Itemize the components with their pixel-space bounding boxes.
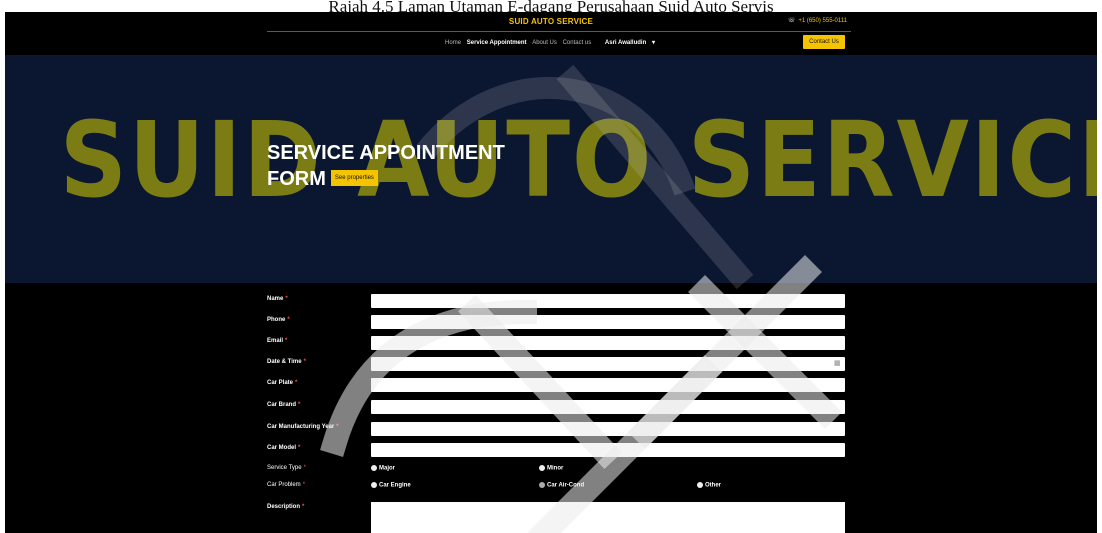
page-title-line1: SERVICE APPOINTMENT [267,142,505,164]
nav-about-us[interactable]: About Us [532,40,557,46]
form-row-datetime: Date & Time * ▦ [267,357,845,371]
nav-service-appointment[interactable]: Service Appointment [467,40,527,46]
header-divider [267,31,851,32]
page-title-line2: FORM [267,168,326,190]
datetime-label: Date & Time * [267,359,306,365]
main-nav: Home Service Appointment About Us Contac… [5,39,1097,46]
form-row-name: Name * [267,294,845,308]
appointment-form: Name * Phone * Email * Date & Time * ▦ Car P… [5,283,1097,533]
datetime-field[interactable]: ▦ [371,357,845,371]
form-row-car-brand: Car Brand * [267,400,845,414]
car-brand-label: Car Brand * [267,402,301,408]
form-row-description: Description * [267,502,845,533]
form-row-service-type: Service Type * Major Minor [267,463,845,477]
car-model-label: Car Model * [267,445,301,451]
phone-number: +1 (650) 555-0111 [798,18,847,24]
site-brand[interactable]: SUID AUTO SERVICE [5,17,1097,26]
email-label: Email * [267,338,288,344]
form-row-car-problem: Car Problem * Car Engine Car Air-Cond Oth… [267,480,845,494]
car-problem-other[interactable]: Other [697,482,721,489]
nav-home[interactable]: Home [445,40,461,46]
hero-watermark-text: SUID AUTO SERVICE [59,99,1097,221]
form-row-car-year: Car Manufacturing Year * [267,422,845,436]
car-problem-aircond[interactable]: Car Air-Cond [539,482,584,489]
car-year-label: Car Manufacturing Year * [267,424,339,430]
phone-field[interactable] [371,315,845,329]
service-type-minor[interactable]: Minor [539,465,563,472]
user-menu[interactable]: Asri Awalludin ▾ [603,40,657,46]
email-field[interactable] [371,336,845,350]
name-field[interactable] [371,294,845,308]
see-properties-button[interactable]: See properties [330,169,378,186]
form-row-car-plate: Car Plate * [267,378,845,392]
radio-icon[interactable] [697,482,703,488]
form-row-car-model: Car Model * [267,443,845,457]
radio-icon[interactable] [371,482,377,488]
user-name: Asri Awalludin [604,40,647,46]
phone-label: Phone * [267,317,290,323]
radio-icon[interactable] [539,465,545,471]
car-problem-label: Car Problem * [267,482,306,488]
page-title: SERVICE APPOINTMENT FORM See properties [267,140,505,192]
form-row-email: Email * [267,336,845,350]
service-type-major[interactable]: Major [371,465,395,472]
phone-icon: ☏ [787,18,796,24]
calendar-icon[interactable]: ▦ [834,360,841,367]
car-year-field[interactable] [371,422,845,436]
chevron-down-icon: ▾ [651,40,655,46]
site-header: SUID AUTO SERVICE ☏ +1 (650) 555-0111 Hom… [5,12,1097,55]
hero-banner: SUID AUTO SERVICE SERVICE APPOINTMENT FO… [5,55,1097,283]
browser-viewport: SUID AUTO SERVICE ☏ +1 (650) 555-0111 Hom… [5,12,1097,533]
page-title-line2-wrap: FORM See properties [267,166,505,192]
description-label: Description * [267,504,305,510]
car-model-field[interactable] [371,443,845,457]
service-type-label: Service Type * [267,465,306,471]
header-phone: ☏ +1 (650) 555-0111 [788,17,847,24]
contact-us-button[interactable]: Contact Us [803,35,845,49]
car-problem-engine[interactable]: Car Engine [371,482,411,489]
radio-icon[interactable] [371,465,377,471]
form-row-phone: Phone * [267,315,845,329]
car-plate-label: Car Plate * [267,380,298,386]
car-plate-field[interactable] [371,378,845,392]
name-label: Name * [267,296,288,302]
radio-icon[interactable] [539,482,545,488]
nav-contact-us[interactable]: Contact us [563,40,592,46]
description-textarea[interactable] [371,502,845,533]
car-brand-field[interactable] [371,400,845,414]
